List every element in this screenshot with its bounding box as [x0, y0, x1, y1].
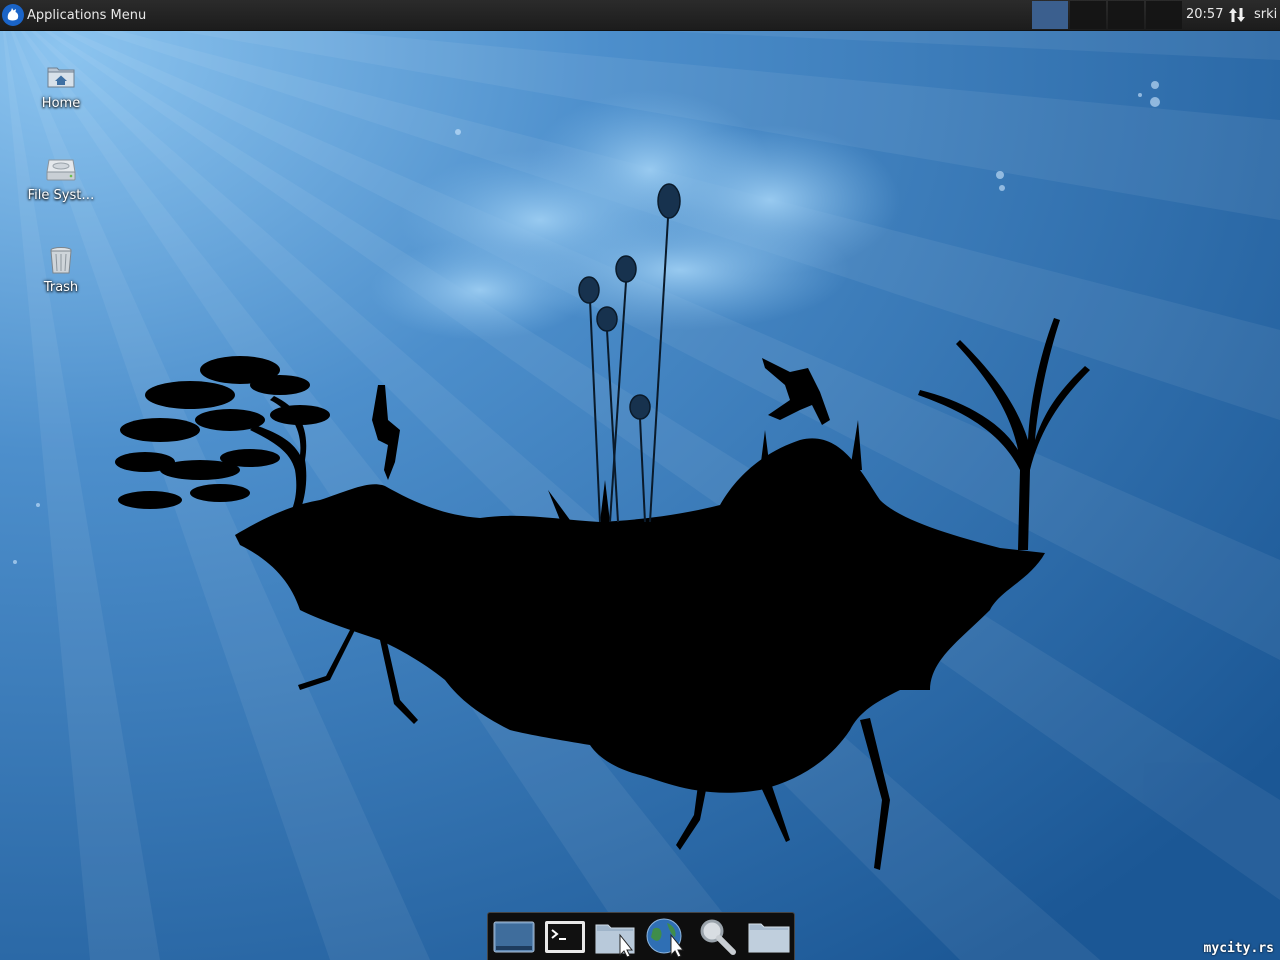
desktop-icon-label: File Syst…: [27, 188, 95, 203]
folder-icon: [748, 923, 789, 953]
desktop-icon-label: Trash: [43, 280, 79, 295]
file-manager-icon: [595, 924, 634, 957]
show-desktop-icon: [493, 921, 534, 953]
web-browser-icon: [646, 918, 684, 957]
applications-menu-button[interactable]: Applications Menu: [2, 2, 146, 28]
desktop-wallpaper: [0, 0, 1280, 960]
desktop-icon-trash[interactable]: Trash: [6, 244, 116, 295]
trash-icon: [50, 247, 72, 274]
workspace-2[interactable]: [1070, 1, 1106, 29]
terminal-icon: [544, 921, 585, 953]
app-finder-icon: [700, 919, 736, 955]
xfce-logo-icon: [2, 4, 24, 26]
desktop-icon-home[interactable]: Home: [6, 60, 116, 111]
dock-web-browser[interactable]: [644, 915, 690, 959]
desktop-icon-filesystem[interactable]: File Syst…: [6, 152, 116, 203]
dock-folder[interactable]: [746, 915, 792, 959]
network-transfer-icon[interactable]: [1228, 6, 1246, 24]
panel-clock[interactable]: 20:57: [1186, 0, 1223, 30]
workspace-switcher: [1032, 1, 1184, 29]
bottom-dock: [487, 912, 795, 960]
desktop-icon-label: Home: [41, 96, 81, 111]
dock-show-desktop[interactable]: [491, 915, 537, 959]
dock-file-manager[interactable]: [593, 915, 639, 959]
top-panel: Applications Menu 20:57 srki: [0, 0, 1280, 31]
home-folder-icon: [47, 67, 75, 88]
dock-terminal[interactable]: [542, 915, 588, 959]
dock-app-finder[interactable]: [695, 915, 741, 959]
workspace-3[interactable]: [1108, 1, 1144, 29]
watermark-text: mycity.rs: [1203, 941, 1274, 956]
applications-menu-label: Applications Menu: [27, 7, 147, 23]
workspace-1[interactable]: [1032, 1, 1068, 29]
hard-drive-icon: [46, 159, 76, 181]
user-menu[interactable]: srki: [1254, 0, 1277, 30]
workspace-4[interactable]: [1146, 1, 1182, 29]
